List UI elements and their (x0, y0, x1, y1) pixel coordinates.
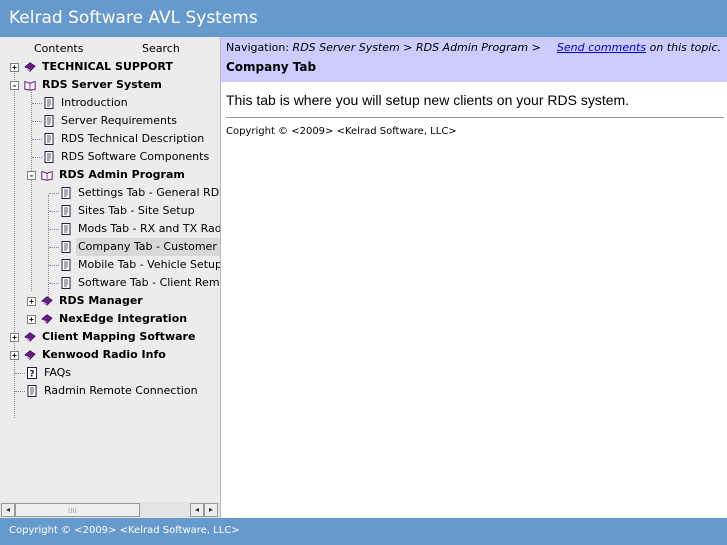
divider (226, 117, 724, 118)
topic-copyright: Copyright © <2009> <Kelrad Software, LLC… (226, 126, 457, 137)
tree-item-label: RDS Technical Description (61, 132, 205, 145)
tree-item-label: Client Mapping Software (42, 330, 196, 343)
breadcrumb: Navigation: RDS Server System > RDS Admi… (226, 41, 541, 54)
tree-item-label: NexEdge Integration (59, 312, 188, 325)
feedback-suffix: on this topic. (646, 41, 721, 54)
breadcrumb-separator: > (531, 41, 541, 54)
tree-item-label: Software Tab - Client Remo (78, 276, 221, 289)
breadcrumb-rds-admin-program[interactable]: RDS Admin Program (416, 41, 528, 54)
tree-item-label: RDS Server System (42, 78, 162, 91)
breadcrumb-rds-server-system[interactable]: RDS Server System (293, 41, 400, 54)
question-page-icon: ? (27, 367, 37, 380)
tree-item-label: Radmin Remote Connection (44, 384, 198, 397)
scroll-left-button[interactable]: ◂ (1, 503, 15, 517)
tree-item-label: TECHNICAL SUPPORT (42, 60, 173, 73)
tree-item-label: RDS Admin Program (59, 168, 185, 181)
tree-item-label: RDS Software Components (61, 150, 210, 163)
page-icon (44, 151, 54, 163)
tree-item-label: Mods Tab - RX and TX Radic (78, 222, 221, 235)
tree-item-label: Sites Tab - Site Setup (78, 204, 195, 217)
feedback: Send comments on this topic. (557, 41, 721, 54)
app-title: Kelrad Software AVL Systems (9, 8, 258, 28)
book-open-icon (41, 170, 53, 181)
book-closed-icon (24, 62, 36, 72)
scroll-left-button-2[interactable]: ◂ (190, 503, 204, 517)
app-header: Kelrad Software AVL Systems (0, 0, 727, 37)
page-icon (61, 241, 71, 253)
tree-item-label: FAQs (44, 366, 72, 379)
book-closed-icon (41, 314, 53, 324)
page-icon (27, 385, 37, 397)
scroll-right-button[interactable]: ▸ (204, 503, 218, 517)
collapse-icon[interactable]: - (10, 81, 19, 90)
expand-icon[interactable]: + (10, 351, 19, 360)
expand-icon[interactable]: + (10, 333, 19, 342)
tab-search[interactable]: Search (142, 42, 180, 55)
navigation-bar: Navigation: RDS Server System > RDS Admi… (221, 37, 727, 82)
page-title: Company Tab (226, 60, 317, 74)
sidebar: Contents Search + TECHNICAL SUPPORT - RD… (0, 37, 221, 518)
expand-icon[interactable]: + (27, 315, 36, 324)
grip-icon: ⁞⁞⁞⁞ (68, 507, 77, 515)
footer-copyright: Copyright © <2009> <Kelrad Software, LLC… (9, 525, 240, 536)
app-footer: Copyright © <2009> <Kelrad Software, LLC… (0, 518, 727, 545)
page-icon (61, 277, 71, 289)
book-closed-icon (24, 332, 36, 342)
tree-item-label: Mobile Tab - Vehicle Setup (78, 258, 221, 271)
tree-item-label: Server Requirements (61, 114, 178, 127)
page-icon (44, 115, 54, 127)
topic-pane: Navigation: RDS Server System > RDS Admi… (221, 37, 727, 518)
horizontal-scrollbar[interactable]: ◂ ⁞⁞⁞⁞ ◂ ▸ (0, 502, 220, 518)
book-open-icon (24, 80, 36, 91)
page-icon (61, 205, 71, 217)
page-icon (61, 187, 71, 199)
expand-icon[interactable]: + (10, 63, 19, 72)
breadcrumb-prefix: Navigation: (226, 41, 290, 54)
expand-icon[interactable]: + (27, 297, 36, 306)
sidebar-tabs: Contents Search (0, 37, 220, 57)
tree-item-label: RDS Manager (59, 294, 143, 307)
tree-item-label: Kenwood Radio Info (42, 348, 166, 361)
collapse-icon[interactable]: - (27, 171, 36, 180)
topic-body: This tab is where you will setup new cli… (226, 92, 630, 108)
book-closed-icon (24, 350, 36, 360)
scroll-thumb[interactable]: ⁞⁞⁞⁞ (15, 503, 140, 517)
tab-contents[interactable]: Contents (34, 42, 83, 55)
svg-text:?: ? (29, 370, 34, 380)
tree-item-label: Introduction (61, 96, 128, 109)
breadcrumb-separator: > (403, 41, 413, 54)
page-icon (61, 259, 71, 271)
page-icon (44, 133, 54, 145)
tree-item-label: Company Tab - Customer S (76, 238, 220, 256)
page-icon (44, 97, 54, 109)
send-comments-link[interactable]: Send comments (557, 41, 646, 54)
book-closed-icon (41, 296, 53, 306)
tree-item-label: Settings Tab - General RDS (78, 186, 221, 199)
page-icon (61, 223, 71, 235)
